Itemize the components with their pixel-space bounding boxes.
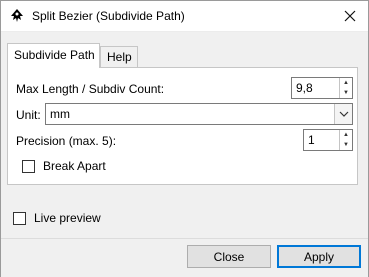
apply-button-mnemonic: A: [303, 249, 312, 264]
tab-help[interactable]: Help: [100, 46, 138, 68]
break-apart-label: Break Apart: [43, 159, 106, 173]
max-length-label: Max Length / Subdiv Count:: [16, 82, 165, 96]
apply-button-label: pply: [312, 249, 335, 264]
precision-label: Precision (max. 5):: [16, 134, 117, 148]
spin-down-icon[interactable]: ▼: [340, 140, 352, 150]
close-icon[interactable]: [340, 6, 360, 26]
button-bar: Close Apply: [1, 238, 368, 277]
close-button[interactable]: Close: [187, 245, 271, 268]
tab-label: Help: [107, 50, 132, 64]
live-preview-checkbox[interactable]: [13, 212, 26, 225]
unit-value: mm: [50, 107, 70, 121]
apply-button[interactable]: Apply: [277, 245, 361, 268]
titlebar: Split Bezier (Subdivide Path): [1, 1, 368, 32]
tab-label: Subdivide Path: [14, 48, 95, 62]
precision-value: 1: [308, 133, 315, 147]
unit-label: Unit:: [16, 108, 41, 122]
window-title: Split Bezier (Subdivide Path): [32, 9, 185, 23]
spin-arrows: ▲ ▼: [339, 78, 352, 98]
close-button-mnemonic: C: [213, 249, 223, 264]
precision-spinbox[interactable]: 1 ▲ ▼: [303, 129, 353, 151]
chevron-down-icon[interactable]: [334, 104, 352, 124]
dialog-window: Split Bezier (Subdivide Path) Subdivide …: [0, 0, 369, 277]
break-apart-checkbox[interactable]: [22, 160, 35, 173]
spin-up-icon[interactable]: ▲: [340, 78, 352, 88]
close-button-label: lose: [222, 249, 245, 264]
subdivide-path-panel: Max Length / Subdiv Count: 9,8 ▲ ▼ Unit:…: [7, 67, 358, 185]
tab-subdivide-path[interactable]: Subdivide Path: [7, 43, 100, 68]
max-length-spinbox[interactable]: 9,8 ▲ ▼: [291, 77, 353, 99]
inkscape-icon: [9, 8, 25, 24]
spin-arrows: ▲ ▼: [339, 130, 352, 150]
live-preview-label: Live preview: [34, 211, 101, 225]
unit-combobox[interactable]: mm: [45, 103, 353, 125]
spin-down-icon[interactable]: ▼: [340, 88, 352, 98]
spin-up-icon[interactable]: ▲: [340, 130, 352, 140]
max-length-value: 9,8: [296, 81, 313, 95]
